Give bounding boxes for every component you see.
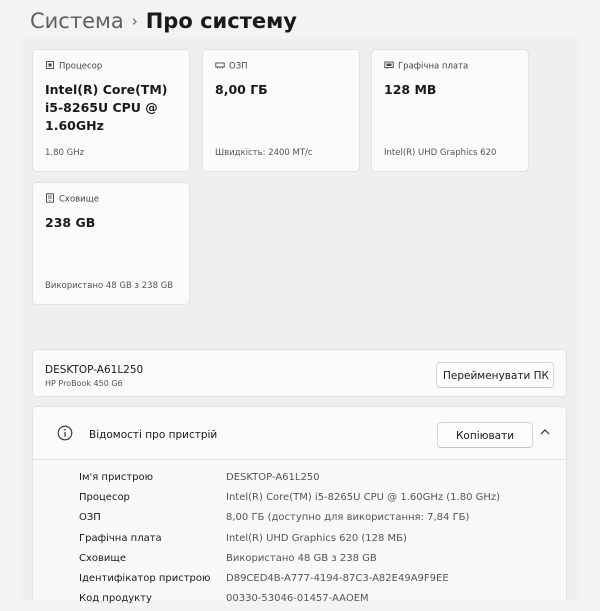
ram-card: ОЗП 8,00 ГБ Швидкість: 2400 MT/c [202, 49, 360, 172]
processor-value: Intel(R) Core(TM) i5-8265U CPU @ 1.60GHz [45, 82, 168, 133]
gpu-caption: Графічна плата [384, 61, 468, 72]
device-model: HP ProBook 450 G6 [45, 379, 123, 388]
spec-key: ОЗП [79, 512, 101, 523]
ram-sub: Швидкість: 2400 MT/c [215, 148, 313, 158]
processor-caption-label: Процесор [59, 61, 103, 72]
storage-value: 238 GB [45, 215, 96, 230]
breadcrumb-separator: › [131, 12, 138, 30]
storage-icon [46, 193, 54, 203]
processor-caption: Процесор [45, 61, 102, 72]
processor-card: Процесор Intel(R) Core(TM) i5-8265U CPU … [32, 49, 190, 172]
storage-card: Сховище 238 GB Використано 48 GB з 238 G… [32, 182, 190, 305]
gpu-card: Графічна плата 128 MB Intel(R) UHD Graph… [371, 49, 529, 172]
device-specs-header[interactable]: Відомості про пристрій Копіювати [32, 406, 567, 460]
copy-button[interactable]: Копіювати [437, 422, 533, 448]
spec-key: Процесор [79, 492, 130, 503]
gpu-caption-label: Графічна плата [398, 61, 469, 72]
spec-key: Ім'я пристрою [79, 472, 154, 483]
device-specs-title: Відомості про пристрій [89, 429, 218, 441]
spec-value: 00330-53046-01457-AAOEM [226, 593, 369, 604]
about-content: Процесор Intel(R) Core(TM) i5-8265U CPU … [22, 38, 578, 604]
spec-value: DESKTOP-A61L250 [226, 472, 320, 483]
device-name-bar: DESKTOP-A61L250 HP ProBook 450 G6 Перейм… [32, 349, 567, 397]
storage-sub: Використано 48 GB з 238 GB [45, 281, 174, 291]
gpu-value: 128 MB [384, 82, 437, 97]
ram-caption-label: ОЗП [229, 61, 248, 72]
spec-key: Сховище [79, 553, 126, 564]
spec-key: Графічна плата [79, 533, 162, 544]
breadcrumb: Система › Про систему [30, 6, 297, 38]
ram-icon [215, 62, 225, 69]
ram-caption: ОЗП [215, 61, 248, 72]
ram-value: 8,00 ГБ [215, 82, 268, 97]
spec-value: Використано 48 GB з 238 GB [226, 553, 377, 564]
storage-caption: Сховище [45, 193, 99, 205]
breadcrumb-system-link[interactable]: Система [30, 9, 124, 33]
spec-key: Код продукту [79, 593, 152, 604]
spec-value: Intel(R) UHD Graphics 620 (128 МБ) [226, 533, 407, 544]
spec-value: Intel(R) Core(TM) i5-8265U CPU @ 1.60GHz… [226, 492, 501, 503]
spec-value: 8,00 ГБ (доступно для використання: 7,84… [226, 512, 470, 523]
device-specs-list: Ім'я пристрою DESKTOP-A61L250 Процесор I… [32, 460, 567, 604]
rename-pc-button[interactable]: Перейменувати ПК [436, 362, 554, 388]
info-icon [57, 425, 73, 441]
page-title: Про систему [145, 9, 297, 33]
spec-value: D89CED4B-A777-4194-87C3-A82E49A9F9EE [226, 573, 449, 584]
processor-icon [46, 61, 54, 69]
processor-sub: 1.80 GHz [45, 148, 85, 158]
storage-caption-label: Сховище [59, 194, 99, 205]
chevron-up-icon[interactable] [538, 425, 552, 439]
device-name: DESKTOP-A61L250 [45, 364, 144, 376]
spec-key: Ідентифікатор пристрою [79, 573, 211, 584]
gpu-sub: Intel(R) UHD Graphics 620 [384, 148, 497, 158]
gpu-icon [384, 61, 394, 69]
